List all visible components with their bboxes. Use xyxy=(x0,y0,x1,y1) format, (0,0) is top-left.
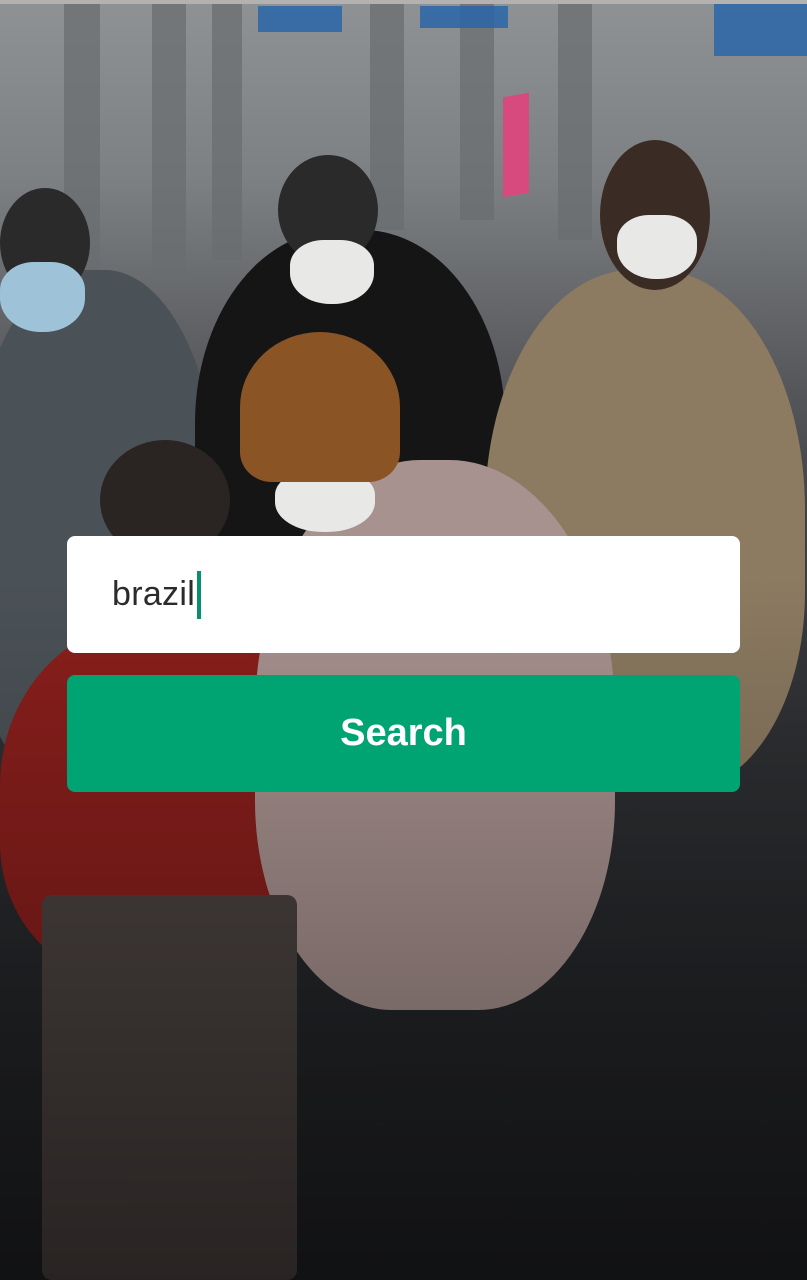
search-button[interactable]: Search xyxy=(67,675,740,792)
search-form: brazil Search xyxy=(67,536,740,792)
search-input[interactable]: brazil xyxy=(67,536,740,653)
search-screen: brazil Search xyxy=(0,0,807,1280)
search-button-label: Search xyxy=(340,712,467,754)
status-strip xyxy=(0,0,807,4)
text-cursor xyxy=(197,570,202,619)
search-input-value: brazil xyxy=(112,575,196,613)
